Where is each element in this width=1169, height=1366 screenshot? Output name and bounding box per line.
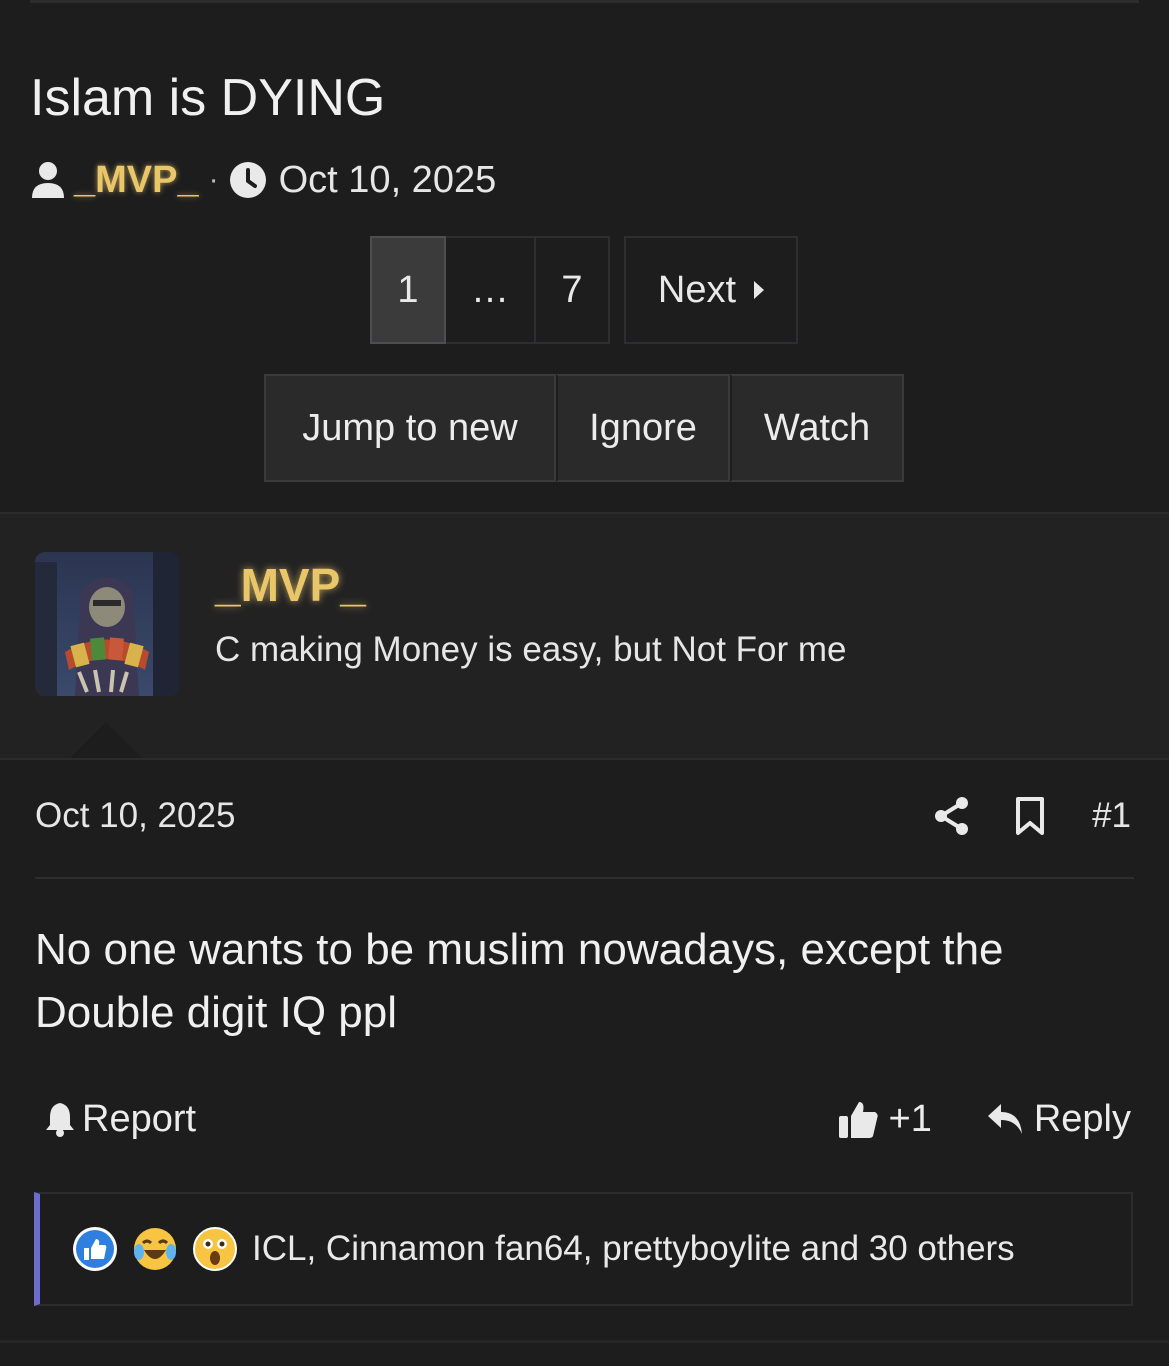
bell-icon (46, 1103, 74, 1137)
top-divider (30, 0, 1139, 3)
post-number-link[interactable]: #1 (1092, 796, 1131, 836)
post-username-link[interactable]: _MVP_ (215, 558, 366, 612)
avatar[interactable] (35, 552, 179, 696)
post-divider (35, 877, 1134, 879)
reactions-list[interactable]: ICL, Cinnamon fan64, prettyboylite and 3… (252, 1229, 1015, 1269)
thread-title: Islam is DYING (30, 69, 386, 127)
jump-to-new-button[interactable]: Jump to new (264, 374, 556, 482)
page-ellipsis-button[interactable]: … (446, 236, 536, 344)
shocked-icon (193, 1227, 237, 1271)
bookmark-icon[interactable] (1014, 796, 1046, 836)
page-7-button[interactable]: 7 (536, 236, 610, 344)
laughing-crying-icon (134, 1228, 176, 1270)
post-tools: #1 (934, 792, 1131, 840)
pagination: 1 … 7 Next (370, 236, 798, 344)
meta-separator: · (208, 163, 219, 196)
thread-author-link[interactable]: _MVP_ (74, 159, 199, 202)
next-page-button[interactable]: Next (624, 236, 798, 344)
reply-label: Reply (1033, 1097, 1131, 1140)
report-label: Report (82, 1097, 197, 1140)
like-icon (73, 1227, 117, 1271)
watch-button[interactable]: Watch (730, 374, 904, 482)
thread-date[interactable]: Oct 10, 2025 (279, 159, 497, 202)
reactions-bar[interactable]: ICL, Cinnamon fan64, prettyboylite and 3… (34, 1192, 1133, 1306)
report-button[interactable]: Report (44, 1098, 196, 1141)
post-body: No one wants to be muslim nowadays, exce… (35, 925, 1004, 1037)
post-date[interactable]: Oct 10, 2025 (35, 796, 235, 836)
post-user-header: _MVP_ C making Money is easy, but Not Fo… (0, 512, 1169, 760)
user-icon (32, 162, 64, 198)
caret-right-icon (754, 281, 765, 299)
avatar-image (35, 552, 179, 696)
share-icon[interactable] (934, 796, 970, 836)
user-title: C making Money is easy, but Not For me (215, 630, 847, 669)
like-count: +1 (888, 1097, 932, 1140)
clock-icon (229, 162, 266, 198)
post-pointer-arrow (70, 722, 142, 758)
reply-button[interactable]: Reply (986, 1098, 1131, 1141)
like-button[interactable]: +1 (837, 1098, 932, 1141)
next-page-label: Next (657, 268, 737, 311)
page-1-button[interactable]: 1 (370, 236, 446, 344)
post-footer: Report +1 Reply (44, 1094, 1131, 1144)
thread-meta: _MVP_ · Oct 10, 2025 (30, 158, 496, 202)
bottom-divider (0, 1340, 1169, 1343)
thread-actions: Jump to new Ignore Watch (264, 374, 904, 482)
reply-icon (987, 1104, 1022, 1134)
thumbs-up-icon (838, 1102, 878, 1138)
ignore-button[interactable]: Ignore (556, 374, 730, 482)
